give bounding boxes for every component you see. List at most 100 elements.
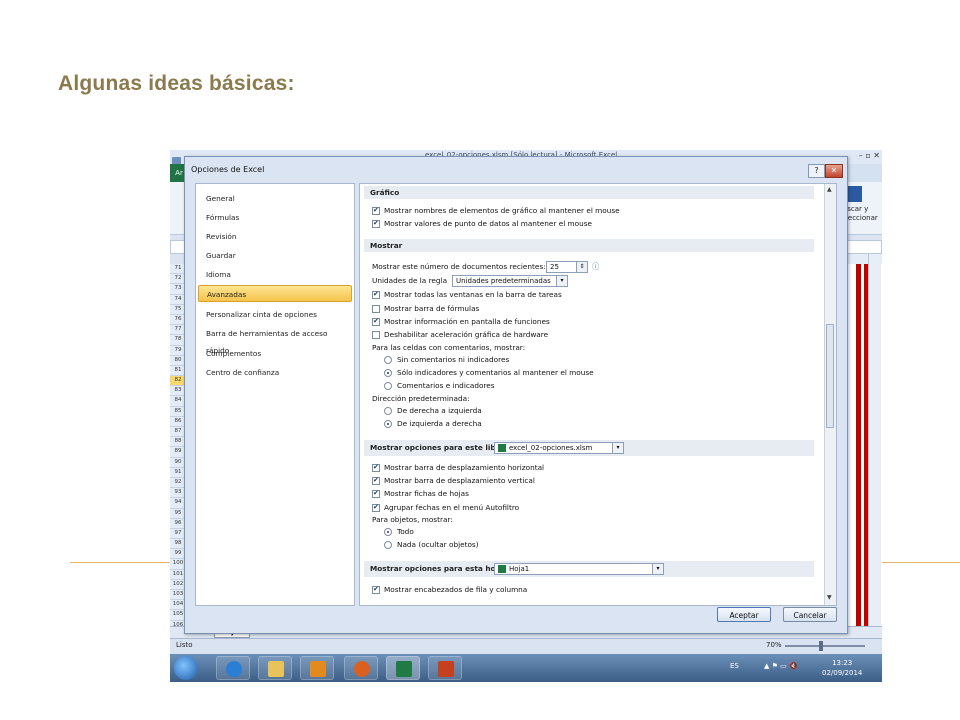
chevron-down-icon: ▾ <box>612 443 623 453</box>
ok-button[interactable]: Aceptar <box>717 607 771 622</box>
info-icon: ⓘ <box>592 262 600 271</box>
option-taskbar-windows: Mostrar todas las ventanas en la barra d… <box>384 290 562 299</box>
option-left-to-right: De izquierda a derecha <box>397 419 482 428</box>
label-direction: Dirección predeterminada: <box>372 394 470 403</box>
cancel-button[interactable]: Cancelar <box>783 607 837 622</box>
checkbox-sheet-tabs[interactable] <box>372 489 380 498</box>
zoom-slider-knob[interactable] <box>819 641 823 651</box>
radio-indicators-hover[interactable] <box>384 369 392 377</box>
vertical-scrollbar[interactable] <box>868 254 881 634</box>
language-indicator[interactable]: ES <box>730 662 739 670</box>
help-button[interactable]: ? <box>808 164 825 178</box>
taskbar-ie-button[interactable] <box>216 656 250 680</box>
excel-file-icon <box>498 444 506 452</box>
spinner-icon[interactable]: ⇕ <box>576 262 587 272</box>
dialog-title: Opciones de Excel <box>191 165 265 174</box>
option-right-to-left: De derecha a izquierda <box>397 406 482 415</box>
close-button[interactable]: ✕ <box>825 164 843 178</box>
label-objects: Para objetos, mostrar: <box>372 515 453 524</box>
option-hscroll: Mostrar barra de desplazamiento horizont… <box>384 463 545 472</box>
option-function-tips: Mostrar información en pantalla de funci… <box>384 317 550 326</box>
taskbar-explorer-button[interactable] <box>258 656 292 680</box>
nav-item-barra-de-herramientas-de-acceso-rápido[interactable]: Barra de herramientas de acceso rápido <box>198 325 352 355</box>
red-column <box>856 264 861 626</box>
options-scrollbar[interactable]: ▲ ▼ <box>824 184 836 605</box>
nav-item-idioma[interactable]: Idioma <box>198 266 352 283</box>
label-ruler-units: Unidades de la regla <box>372 276 448 285</box>
option-no-comments: Sin comentarios ni indicadores <box>397 355 510 364</box>
label-recent-docs: Mostrar este número de documentos recien… <box>372 262 546 271</box>
option-row-col-headers: Mostrar encabezados de fila y columna <box>384 585 528 594</box>
nav-item-general[interactable]: General <box>198 190 352 207</box>
sheet-icon <box>498 565 506 573</box>
powerpoint-icon <box>438 661 454 677</box>
zoom-level: 70% <box>766 641 782 649</box>
workbook-select[interactable]: excel_02-opciones.xlsm ▾ <box>494 442 624 454</box>
options-content: Gráfico Mostrar nombres de elementos de … <box>359 183 837 606</box>
checkbox-taskbar-windows[interactable] <box>372 290 380 299</box>
radio-objects-none[interactable] <box>384 541 392 549</box>
media-player-icon <box>310 661 326 677</box>
decorative-line-right <box>882 562 960 563</box>
options-nav: General Fórmulas Revisión Guardar Idioma Avan… <box>195 183 355 606</box>
checkbox-row-col-headers[interactable] <box>372 585 380 594</box>
nav-item-personalizar-cinta-de-opciones[interactable]: Personalizar cinta de opciones <box>198 306 352 323</box>
clock-time: 13:23 <box>832 659 853 667</box>
nav-item-centro-de-confianza[interactable]: Centro de confianza <box>198 364 352 381</box>
checkbox-chart-values[interactable] <box>372 219 380 228</box>
option-formula-bar: Mostrar barra de fórmulas <box>384 304 480 313</box>
nav-item-guardar[interactable]: Guardar <box>198 247 352 264</box>
clock[interactable]: 13:23 02/09/2014 <box>822 658 862 678</box>
radio-objects-all[interactable] <box>384 528 392 536</box>
excel-options-dialog: Opciones de Excel ? ✕ General Fórmulas Rev… <box>184 156 848 634</box>
option-indicators-hover: Sólo indicadores y comentarios al manten… <box>397 368 594 377</box>
decorative-line-left <box>70 562 170 563</box>
option-objects-none: Nada (ocultar objetos) <box>397 540 479 549</box>
section-grafico: Gráfico <box>364 186 814 199</box>
status-text: Listo <box>176 641 193 649</box>
chevron-down-icon: ▾ <box>556 276 567 286</box>
excel-icon <box>396 661 412 677</box>
nav-item-complementos[interactable]: Complementos <box>198 345 352 362</box>
clock-date: 02/09/2014 <box>822 669 863 677</box>
taskbar-firefox-button[interactable] <box>344 656 378 680</box>
start-button[interactable] <box>174 656 198 680</box>
checkbox-vscroll[interactable] <box>372 476 380 485</box>
radio-left-to-right[interactable] <box>384 420 392 428</box>
checkbox-chart-names[interactable] <box>372 206 380 215</box>
ruler-units-select[interactable]: Unidades predeterminadas ▾ <box>452 275 568 287</box>
option-objects-all: Todo <box>397 527 414 536</box>
nav-item-fórmulas[interactable]: Fórmulas <box>198 209 352 226</box>
scroll-down-icon[interactable]: ▼ <box>827 594 832 601</box>
chevron-down-icon: ▾ <box>652 564 663 574</box>
radio-no-comments[interactable] <box>384 356 392 364</box>
nav-item-revisión[interactable]: Revisión <box>198 228 352 245</box>
taskbar-powerpoint-button[interactable] <box>428 656 462 680</box>
nav-item-avanzadas[interactable]: Avanzadas <box>198 285 352 302</box>
system-tray[interactable]: ▲ ⚑ ▭ 🔇 <box>764 662 798 670</box>
firefox-icon <box>354 661 370 677</box>
recent-docs-input[interactable]: 25 ⇕ <box>546 261 588 273</box>
option-comments-indicators: Comentarios e indicadores <box>397 381 495 390</box>
radio-right-to-left[interactable] <box>384 407 392 415</box>
ie-icon <box>226 661 242 677</box>
section-mostrar: Mostrar <box>364 239 814 252</box>
checkbox-group-dates[interactable] <box>372 503 380 512</box>
radio-comments-indicators[interactable] <box>384 382 392 390</box>
window-controls[interactable]: – ▫ ✕ <box>859 151 880 160</box>
option-disable-hw-accel: Deshabilitar aceleración gráfica de hard… <box>384 330 549 339</box>
checkbox-function-tips[interactable] <box>372 317 380 326</box>
folder-icon <box>268 661 284 677</box>
option-vscroll: Mostrar barra de desplazamiento vertical <box>384 476 535 485</box>
scroll-thumb[interactable] <box>826 324 834 428</box>
checkbox-hscroll[interactable] <box>372 463 380 472</box>
option-group-dates: Agrupar fechas en el menú Autofiltro <box>384 503 520 512</box>
checkbox-formula-bar[interactable] <box>372 305 380 313</box>
zoom-slider[interactable] <box>785 641 865 651</box>
checkbox-disable-hw-accel[interactable] <box>372 331 380 339</box>
taskbar-excel-button[interactable] <box>386 656 420 680</box>
sheet-select[interactable]: Hoja1 ▾ <box>494 563 664 575</box>
option-chart-values: Mostrar valores de punto de datos al man… <box>384 219 593 228</box>
scroll-up-icon[interactable]: ▲ <box>827 186 832 193</box>
taskbar-media-button[interactable] <box>300 656 334 680</box>
